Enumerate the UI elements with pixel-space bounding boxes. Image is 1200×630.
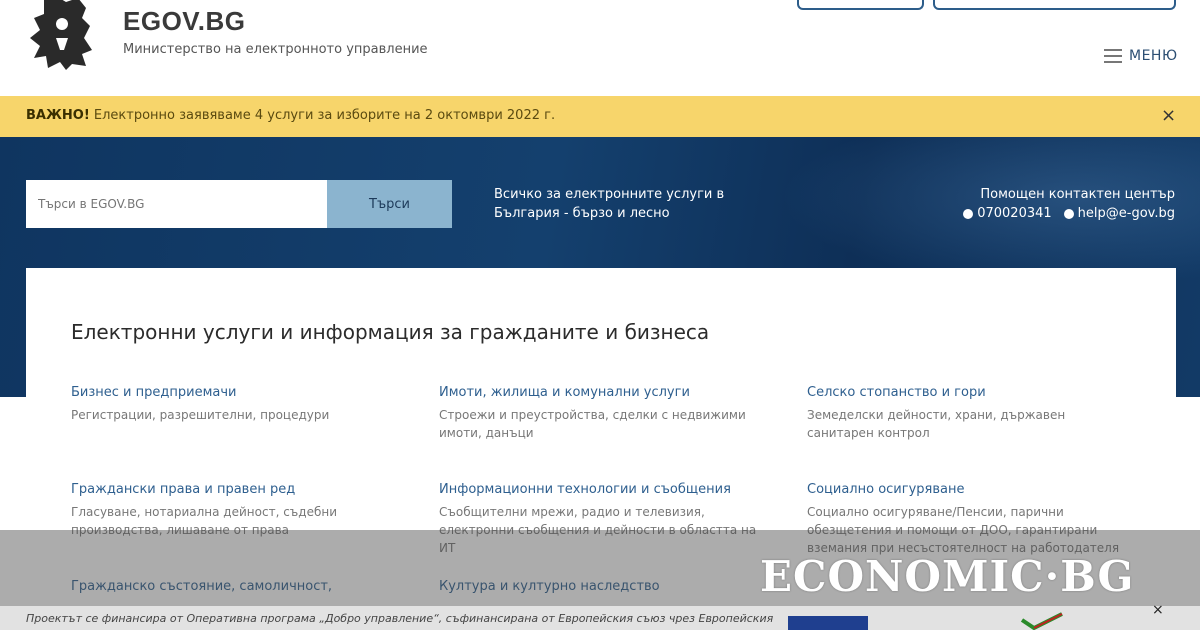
header-button-2[interactable] [933, 0, 1176, 10]
notice-message: Електронно заявяваме 4 услуги за изборит… [89, 108, 556, 123]
service-link[interactable]: Граждански права и правен ред [71, 482, 391, 497]
services-title: Електронни услуги и информация за гражда… [71, 320, 710, 344]
notice-strong: ВАЖНО! [26, 108, 90, 123]
phone-icon [963, 208, 974, 219]
service-link[interactable]: Информационни технологии и съобщения [439, 482, 759, 497]
tagline-line-2: България - бързо и лесно [494, 206, 670, 221]
phone-number: 070020341 [977, 206, 1052, 221]
service-link[interactable]: Бизнес и предприемачи [71, 385, 391, 400]
menu-label: МЕНЮ [1129, 48, 1178, 64]
search-input[interactable] [26, 180, 327, 228]
watermark-logo: ECONOMIC·BG [760, 552, 1135, 601]
eu-flag-icon [788, 616, 868, 630]
site-subtitle: Министерство на електронното управление [123, 42, 428, 57]
close-icon[interactable]: × [1152, 602, 1164, 618]
email-icon [1063, 208, 1074, 219]
close-icon[interactable]: × [1161, 105, 1176, 126]
search-button[interactable]: Търси [327, 180, 452, 228]
site-header: EGOV.BG Министерство на електронното упр… [0, 0, 1200, 96]
service-desc: Строежи и преустройства, сделки с недвиж… [439, 408, 746, 440]
footer-funding-text: Проектът се финансира от Оперативна прог… [26, 612, 774, 625]
menu-button[interactable]: МЕНЮ [1104, 48, 1178, 64]
contact-center: Помощен контактен център 070020341 help@… [963, 185, 1175, 223]
service-desc: Регистрации, разрешителни, процедури [71, 408, 330, 422]
notice-bar: ВАЖНО! Електронно заявяваме 4 услуги за … [0, 96, 1200, 137]
service-link[interactable]: Имоти, жилища и комунални услуги [439, 385, 759, 400]
email-address: help@e-gov.bg [1077, 206, 1175, 221]
tagline-line-1: Всичко за електронните услуги в [494, 187, 725, 202]
tagline: Всичко за електронните услуги в България… [494, 185, 734, 223]
notice-text[interactable]: ВАЖНО! Електронно заявяваме 4 услуги за … [26, 108, 555, 123]
checkmark-logo-icon [1020, 612, 1063, 630]
hamburger-icon [1104, 49, 1122, 63]
service-link[interactable]: Социално осигуряване [807, 482, 1127, 497]
coat-of-arms-lion-icon[interactable] [26, 0, 98, 72]
email-link[interactable]: help@e-gov.bg [1063, 204, 1175, 223]
phone-link[interactable]: 070020341 [963, 204, 1052, 223]
service-property: Имоти, жилища и комунални услуги Строежи… [439, 385, 759, 442]
contact-title: Помощен контактен център [980, 187, 1175, 202]
site-title[interactable]: EGOV.BG [123, 6, 245, 37]
header-button-1[interactable] [797, 0, 924, 10]
service-desc: Земеделски дейности, храни, държавен сан… [807, 408, 1066, 440]
service-business: Бизнес и предприемачи Регистрации, разре… [71, 385, 391, 424]
service-link[interactable]: Селско стопанство и гори [807, 385, 1127, 400]
service-agriculture: Селско стопанство и гори Земеделски дейн… [807, 385, 1127, 442]
